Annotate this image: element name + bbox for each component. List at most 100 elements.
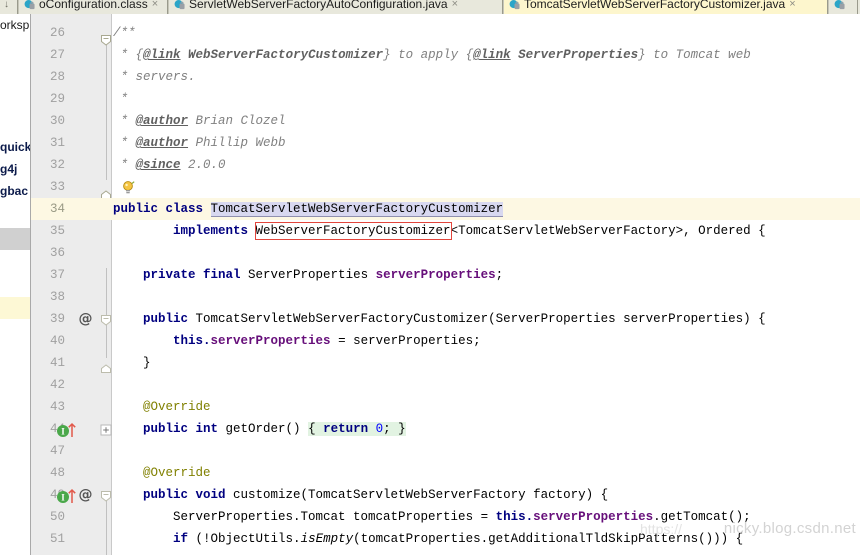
- code-line-31[interactable]: 31 * @author Phillip Webb: [31, 132, 860, 154]
- fold-collapse-icon[interactable]: [100, 490, 112, 502]
- code-line-40[interactable]: 40 this.serverProperties = serverPropert…: [31, 330, 860, 352]
- line-number: 42: [49, 378, 65, 392]
- code-text: ServerProperties.Tomcat tomcatProperties…: [173, 510, 751, 524]
- line-number: 30: [49, 114, 65, 128]
- code-text: * @author Brian Clozel: [113, 114, 286, 128]
- line-number: 26: [49, 26, 65, 40]
- code-text: implements WebServerFactoryCustomizer<To…: [173, 222, 766, 240]
- code-line-37[interactable]: 37 private final ServerProperties server…: [31, 264, 860, 286]
- code-line-49[interactable]: 49 I @ public void customize(TomcatServl…: [31, 484, 860, 506]
- svg-text:I: I: [61, 427, 65, 437]
- project-highlight-band: [0, 297, 30, 319]
- fold-collapse-icon[interactable]: [100, 314, 112, 326]
- tab-label: ServletWebServerFactoryAutoConfiguration…: [189, 0, 448, 11]
- code-text: * @since 2.0.0: [113, 158, 226, 172]
- line-number: 39: [49, 312, 65, 326]
- code-line-36[interactable]: 36: [31, 242, 860, 264]
- line-number: 51: [49, 532, 65, 546]
- code-editor[interactable]: 26 /** 27 * {@link WebServerFactoryCusto…: [31, 14, 860, 555]
- code-line-26[interactable]: 26 /**: [31, 22, 860, 46]
- fold-end-icon[interactable]: [100, 364, 112, 374]
- code-text: * {@link WebServerFactoryCustomizer} to …: [113, 48, 751, 62]
- line-number: 28: [49, 70, 65, 84]
- code-line-39[interactable]: 39 @ public TomcatServletWebServerFactor…: [31, 308, 860, 330]
- code-line-27[interactable]: 27 * {@link WebServerFactoryCustomizer} …: [31, 44, 860, 66]
- code-text: public int getOrder() { return 0; }: [143, 422, 406, 436]
- code-line-51[interactable]: 51 if (!ObjectUtils.isEmpty(tomcatProper…: [31, 528, 860, 550]
- java-file-icon: [174, 0, 185, 9]
- code-text: public class TomcatServletWebServerFacto…: [113, 202, 504, 217]
- fold-expand-icon[interactable]: [100, 424, 112, 436]
- project-root-label: orksp: [0, 18, 30, 32]
- code-text: @Override: [113, 400, 211, 414]
- code-line-29[interactable]: 29 *: [31, 88, 860, 110]
- code-text: public TomcatServletWebServerFactoryCust…: [143, 312, 766, 326]
- project-item-quickstart[interactable]: quick: [0, 136, 30, 158]
- code-text: * @author Phillip Webb: [113, 136, 286, 150]
- code-text: /**: [113, 26, 136, 40]
- tab-label: TomcatServletWebServerFactoryCustomizer.…: [524, 0, 786, 11]
- code-line-32[interactable]: 32 * @since 2.0.0: [31, 154, 860, 176]
- implements-method-icon[interactable]: I: [56, 488, 78, 504]
- editor-tab-bar[interactable]: ↓ oConfiguration.class × ServletWebServe…: [0, 0, 860, 15]
- java-class-icon: [24, 0, 35, 9]
- code-line-42[interactable]: 42: [31, 374, 860, 396]
- tab-o-configuration-class[interactable]: oConfiguration.class ×: [18, 0, 168, 14]
- line-number: 50: [49, 510, 65, 524]
- code-text: this.serverProperties = serverProperties…: [173, 334, 481, 348]
- tab-next-partial[interactable]: [828, 0, 858, 14]
- at-marker-icon[interactable]: @: [78, 488, 93, 503]
- code-line-38[interactable]: 38: [31, 286, 860, 308]
- code-line-33[interactable]: 33: [31, 176, 860, 199]
- line-number: 47: [49, 444, 65, 458]
- java-file-icon: [509, 0, 520, 9]
- project-item-logback[interactable]: gbac: [0, 180, 30, 202]
- close-icon[interactable]: ×: [452, 0, 458, 10]
- implements-method-icon[interactable]: I: [56, 422, 78, 438]
- close-icon[interactable]: ×: [789, 0, 795, 10]
- code-line-41[interactable]: 41 }: [31, 352, 860, 374]
- code-line-35[interactable]: 35 implements WebServerFactoryCustomizer…: [31, 220, 860, 242]
- code-line-47[interactable]: 47: [31, 440, 860, 462]
- line-number: 29: [49, 92, 65, 106]
- line-number: 34: [49, 202, 65, 216]
- line-number: 36: [49, 246, 65, 260]
- intention-bulb-icon[interactable]: [121, 180, 137, 196]
- project-item-log4j[interactable]: g4j: [0, 158, 30, 180]
- code-line-34[interactable]: 34 public class TomcatServletWebServerFa…: [31, 198, 860, 220]
- tab-tomcat-servlet-web-server-factory-customizer[interactable]: TomcatServletWebServerFactoryCustomizer.…: [503, 0, 828, 14]
- code-text: public void customize(TomcatServletWebSe…: [143, 488, 609, 502]
- java-file-icon: [834, 0, 845, 9]
- code-line-30[interactable]: 30 * @author Brian Clozel: [31, 110, 860, 132]
- code-text: }: [113, 356, 151, 370]
- code-line-28[interactable]: 28 * servers.: [31, 66, 860, 88]
- project-selected-band: [0, 228, 30, 250]
- line-number: 48: [49, 466, 65, 480]
- code-line-43[interactable]: 43 @Override: [31, 396, 860, 418]
- at-marker-icon[interactable]: @: [78, 312, 93, 327]
- code-line-44[interactable]: 44 I public int getOrder() { return 0; }: [31, 418, 860, 440]
- close-icon[interactable]: ×: [152, 0, 158, 10]
- code-text: *: [113, 92, 129, 106]
- line-number: 38: [49, 290, 65, 304]
- line-number: 33: [49, 180, 65, 194]
- svg-text:I: I: [61, 493, 65, 503]
- tab-pin-column[interactable]: ↓: [0, 0, 18, 14]
- class-name-identifier: TomcatServletWebServerFactoryCustomizer: [210, 202, 504, 217]
- code-text: * servers.: [113, 70, 196, 84]
- line-number: 43: [49, 400, 65, 414]
- tab-label: oConfiguration.class: [39, 0, 148, 11]
- line-number: 31: [49, 136, 65, 150]
- project-tool-window[interactable]: orksp quick g4j gbac: [0, 14, 31, 555]
- code-text: private final ServerProperties serverPro…: [143, 268, 504, 282]
- code-text: if (!ObjectUtils.isEmpty(tomcatPropertie…: [173, 532, 744, 546]
- line-number: 32: [49, 158, 65, 172]
- code-line-48[interactable]: 48 @Override: [31, 462, 860, 484]
- tab-servlet-web-server-factory-auto-configuration[interactable]: ServletWebServerFactoryAutoConfiguration…: [168, 0, 503, 14]
- line-number: 37: [49, 268, 65, 282]
- line-number: 40: [49, 334, 65, 348]
- pin-icon[interactable]: ↓: [2, 0, 11, 10]
- line-number: 35: [49, 224, 65, 238]
- code-line-50[interactable]: 50 ServerProperties.Tomcat tomcatPropert…: [31, 506, 860, 528]
- folded-code-block: { return 0; }: [308, 422, 406, 436]
